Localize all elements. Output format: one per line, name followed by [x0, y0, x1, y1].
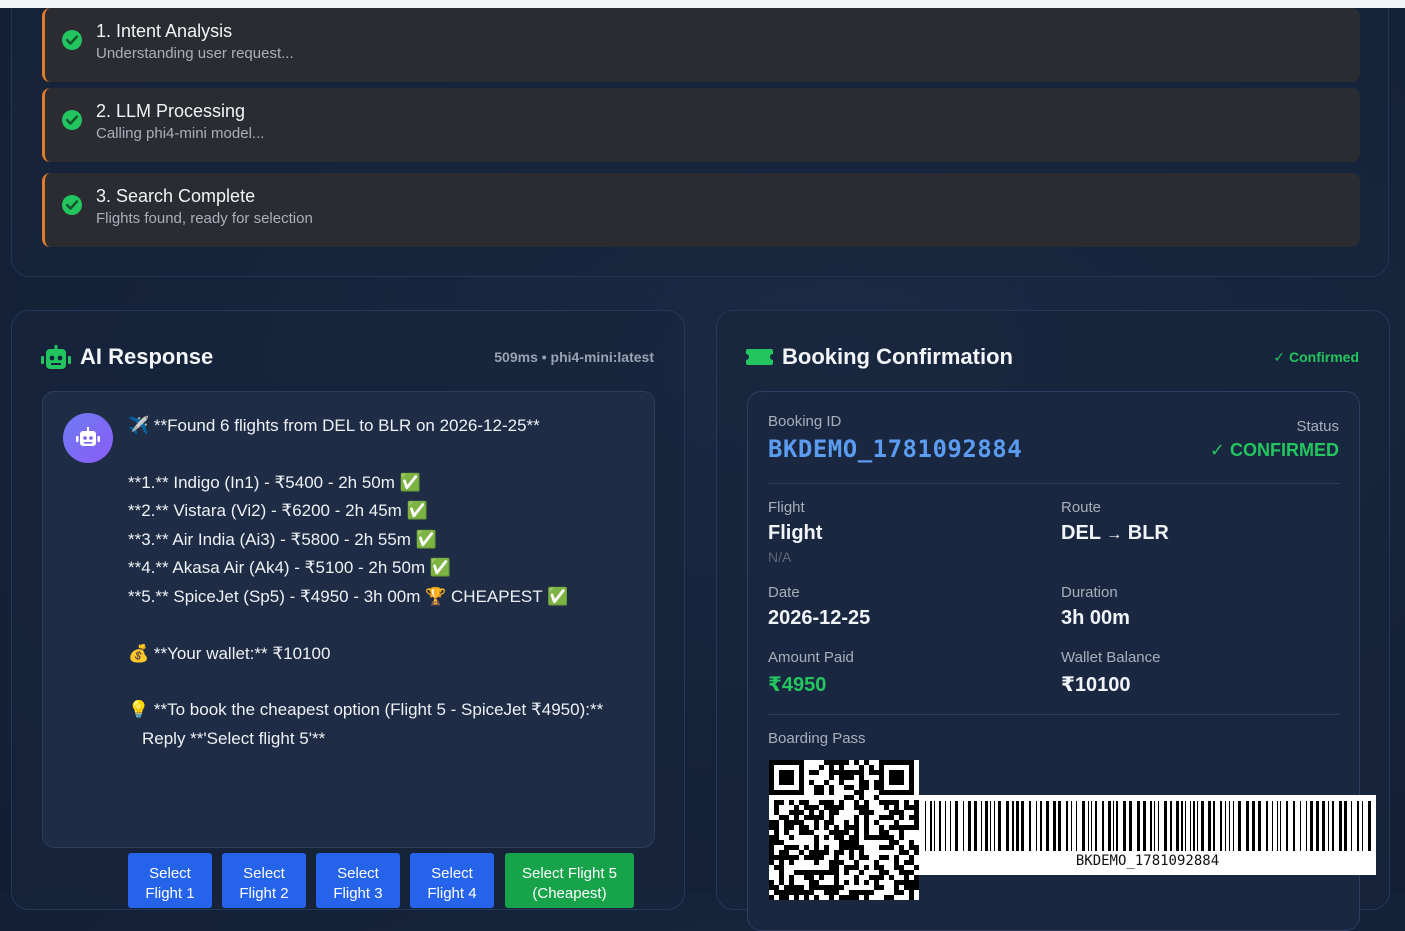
route-arrow-icon: → [1106, 526, 1123, 543]
status-label: Status [1296, 418, 1339, 435]
duration-label: Duration [1061, 584, 1118, 601]
divider [768, 483, 1340, 484]
route-value: DEL → BLR [1061, 522, 1169, 545]
check-circle-icon [62, 30, 82, 50]
step-title: 3. Search Complete [96, 186, 256, 206]
button-label-line2: Flight 4 [427, 884, 477, 902]
date-label: Date [768, 584, 800, 601]
chat-message: ✈️ **Found 6 flights from DEL to BLR on … [42, 391, 655, 908]
route-label: Route [1061, 499, 1102, 516]
booking-id-label: Booking ID [768, 413, 842, 430]
flight-option: **1.** Indigo (In1) - ₹5400 - 2h 50m ✅ [128, 473, 421, 492]
divider [768, 714, 1340, 715]
route-origin: DEL [1061, 522, 1101, 544]
flight-subvalue: N/A [768, 549, 792, 565]
button-label-line1: Select [431, 864, 473, 882]
reply-hint: Reply **'Select flight 5'** [142, 729, 326, 748]
booking-id-value: BKDEMO_1781092884 [768, 435, 1023, 463]
boarding-pass-label: Boarding Pass [768, 730, 866, 747]
response-meta: 509ms • phi4-mini:latest [494, 349, 654, 365]
ai-response-panel: AI Response 509ms • phi4-mini:latest ✈️ … [11, 310, 685, 910]
check-circle-icon [62, 110, 82, 130]
ticket-icon [746, 349, 773, 370]
button-label-line1: Select [243, 864, 285, 882]
bot-avatar [63, 413, 113, 463]
amount-paid-label: Amount Paid [768, 649, 854, 666]
processing-steps-card: 1. Intent Analysis Understanding user re… [11, 8, 1389, 277]
message-header: ✈️ **Found 6 flights from DEL to BLR on … [128, 416, 540, 435]
button-label-line2: Flight 1 [145, 884, 195, 902]
step-llm-processing: 2. LLM Processing Calling phi4-mini mode… [42, 88, 1360, 162]
tip-line: 💡 **To book the cheapest option (Flight … [128, 700, 604, 719]
wallet-line: 💰 **Your wallet:** ₹10100 [128, 644, 331, 663]
select-flight-5-cheapest-button[interactable]: Select Flight 5 (Cheapest) [505, 853, 634, 908]
wallet-balance-label: Wallet Balance [1061, 649, 1161, 666]
confirmed-badge: ✓ Confirmed [1273, 349, 1359, 365]
step-description: Flights found, ready for selection [96, 210, 313, 227]
select-flight-4-button[interactable]: Select Flight 4 [410, 853, 494, 908]
step-intent-analysis: 1. Intent Analysis Understanding user re… [42, 8, 1360, 82]
wallet-balance-value: ₹10100 [1061, 674, 1131, 696]
flight-label: Flight [768, 499, 805, 516]
flight-value: Flight [768, 522, 823, 544]
step-description: Calling phi4-mini model... [96, 125, 265, 142]
panel-title: AI Response [80, 344, 214, 369]
button-label-line2: Flight 3 [333, 884, 383, 902]
amount-paid-value: ₹4950 [768, 674, 827, 696]
route-destination: BLR [1127, 522, 1169, 544]
button-label-line1: Select [149, 864, 191, 882]
qr-code [769, 760, 919, 900]
select-flight-3-button[interactable]: Select Flight 3 [316, 853, 400, 908]
booking-details-card: Booking ID BKDEMO_1781092884 Status ✓ CO… [747, 391, 1376, 931]
step-title: 1. Intent Analysis [96, 21, 233, 41]
select-flight-1-button[interactable]: Select Flight 1 [128, 853, 212, 908]
panel-title: Booking Confirmation [782, 344, 1013, 369]
flight-option: **5.** SpiceJet (Sp5) - ₹4950 - 3h 00m 🏆… [128, 587, 569, 606]
flight-option: **4.** Akasa Air (Ak4) - ₹5100 - 2h 50m … [128, 558, 452, 577]
button-label-line2: Flight 2 [239, 884, 289, 902]
select-flight-2-button[interactable]: Select Flight 2 [222, 853, 306, 908]
button-label-line1: Select Flight 5 [521, 864, 618, 882]
duration-value: 3h 00m [1061, 607, 1130, 629]
booking-confirmation-panel: Booking Confirmation ✓ Confirmed Booking… [716, 310, 1390, 931]
barcode: BKDEMO_1781092884 [919, 795, 1376, 875]
check-circle-icon [62, 195, 82, 215]
flight-option: **2.** Vistara (Vi2) - ₹6200 - 2h 45m ✅ [128, 501, 428, 520]
step-title: 2. LLM Processing [96, 101, 246, 121]
step-description: Understanding user request... [96, 45, 294, 62]
button-label-line1: Select [337, 864, 379, 882]
robot-icon [41, 345, 71, 376]
status-value: ✓ CONFIRMED [1209, 440, 1339, 460]
barcode-text: BKDEMO_1781092884 [1075, 853, 1220, 869]
flight-option: **3.** Air India (Ai3) - ₹5800 - 2h 55m … [128, 530, 437, 549]
top-edge [0, 0, 1405, 8]
button-label-line2: (Cheapest) [532, 884, 607, 902]
step-search-complete: 3. Search Complete Flights found, ready … [42, 173, 1360, 247]
date-value: 2026-12-25 [768, 607, 871, 629]
